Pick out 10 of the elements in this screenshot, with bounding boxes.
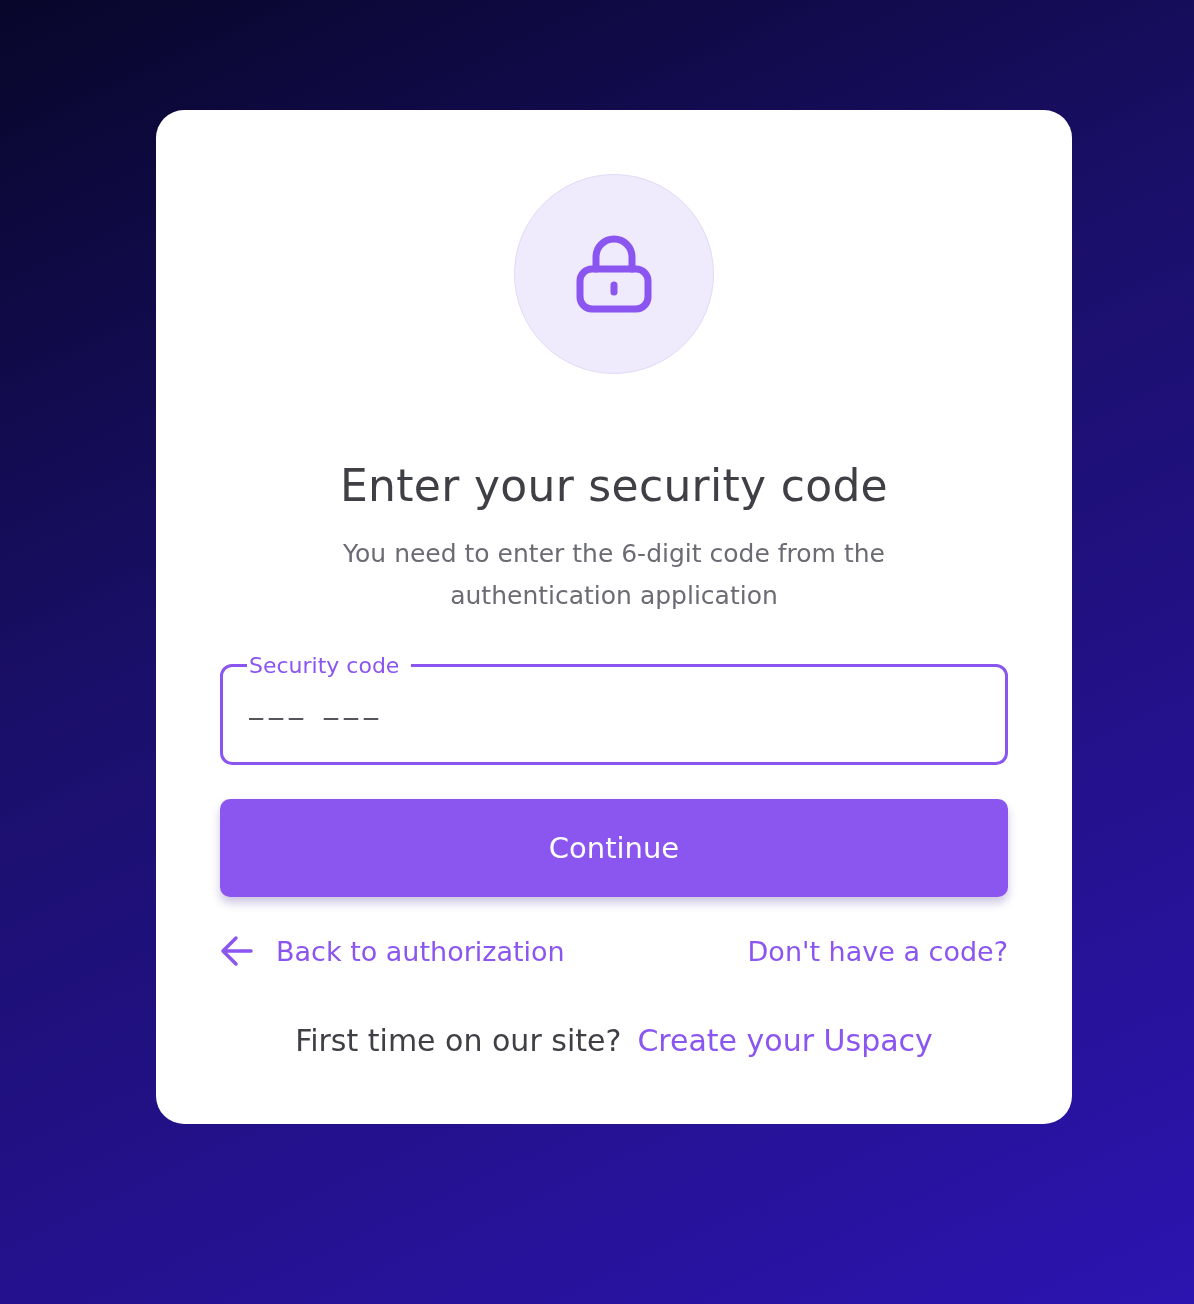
page-title: Enter your security code <box>340 460 888 511</box>
no-code-link[interactable]: Don't have a code? <box>747 935 1008 967</box>
signup-prompt: First time on our site? <box>295 1023 622 1058</box>
instructions-text: You need to enter the 6-digit code from the authentication application <box>342 538 886 612</box>
back-link[interactable]: Back to authorization <box>220 935 565 967</box>
continue-button[interactable]: Continue <box>220 799 1008 897</box>
security-code-input[interactable]: ___ ___ <box>247 686 985 721</box>
field-label: Security code <box>248 653 401 678</box>
create-account-link[interactable]: Create your Uspacy <box>637 1023 933 1058</box>
arrow-left-icon <box>220 935 254 967</box>
